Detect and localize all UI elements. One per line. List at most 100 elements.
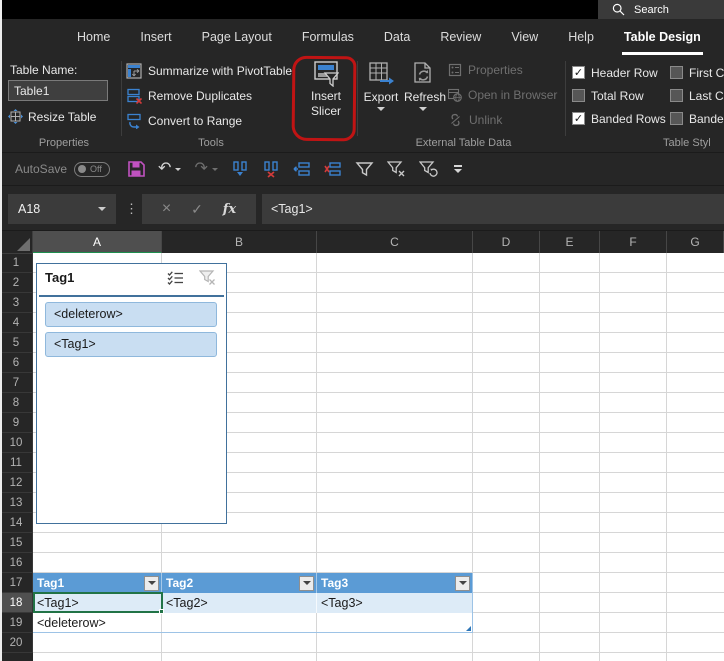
row-header-10[interactable]: 10 [0, 433, 33, 453]
undo-dropdown-icon [175, 167, 182, 171]
row-header-9[interactable]: 9 [0, 413, 33, 433]
cancel-icon[interactable]: × [162, 200, 171, 218]
tab-help[interactable]: Help [566, 19, 596, 55]
checkbox-header-row[interactable]: ✓ Header Row [572, 61, 670, 84]
tools-item-1[interactable]: Remove Duplicates [126, 88, 252, 104]
filter-dropdown-button[interactable] [144, 575, 159, 591]
checkbox-bande[interactable]: Bande [670, 107, 724, 130]
insert-row-button[interactable] [293, 160, 311, 178]
tools-item-2[interactable]: Convert to Range [126, 113, 242, 129]
table-cell[interactable]: <Tag2> [162, 593, 317, 613]
table-cell[interactable] [317, 613, 472, 633]
name-box[interactable]: A18 [8, 194, 116, 224]
slicer-item-1[interactable]: <Tag1> [45, 332, 217, 357]
filter-button[interactable] [355, 160, 374, 178]
resize-table-button[interactable]: Resize Table [8, 109, 96, 124]
filter-dropdown-button[interactable] [299, 575, 314, 591]
row-header-17[interactable]: 17 [0, 573, 33, 593]
search-box[interactable]: Search [598, 0, 724, 19]
table-name-input[interactable] [8, 80, 108, 101]
refresh-button[interactable]: Refresh [404, 58, 447, 111]
table-header-row: Tag1 Tag2 Tag3 [33, 573, 472, 593]
checkbox-first-c[interactable]: First C [670, 61, 724, 84]
insert-cells-button[interactable] [231, 160, 249, 178]
fill-handle[interactable] [159, 609, 164, 614]
column-header-B[interactable]: B [162, 231, 317, 254]
table-resize-handle[interactable] [466, 626, 471, 631]
row-header-16[interactable]: 16 [0, 553, 33, 573]
row-header-5[interactable]: 5 [0, 333, 33, 353]
checkbox-label: Header Row [591, 65, 658, 80]
clear-filter-icon[interactable] [199, 270, 216, 285]
external-group-label: External Table Data [415, 137, 512, 149]
annotation-red-box [291, 55, 357, 142]
tab-table-design[interactable]: Table Design [621, 19, 703, 55]
formula-input[interactable]: <Tag1> [262, 194, 724, 224]
row-header-4[interactable]: 4 [0, 313, 33, 333]
row-header-15[interactable]: 15 [0, 533, 33, 553]
slicer-tag1[interactable]: Tag1 <deleterow> <Tag1> [36, 263, 227, 524]
row-header-2[interactable]: 2 [0, 273, 33, 293]
export-button[interactable]: Export [362, 58, 400, 111]
select-all-corner[interactable] [0, 231, 33, 254]
redo-button[interactable]: ↷ [194, 161, 218, 177]
column-header-C[interactable]: C [317, 231, 473, 254]
sheet-table[interactable]: Tag1 Tag2 Tag3 <Tag1> <Tag2> <Tag3> <deleter… [33, 573, 473, 633]
formula-bar-row: A18 ⋮ × ✓ fx <Tag1> [0, 185, 724, 230]
tools-group-label: Tools [198, 137, 224, 149]
row-header-12[interactable]: 12 [0, 473, 33, 493]
tab-insert[interactable]: Insert [138, 19, 173, 55]
delete-row-button[interactable] [324, 160, 342, 178]
row-header-1[interactable]: 1 [0, 253, 33, 273]
slicer-item-0[interactable]: <deleterow> [45, 302, 217, 327]
table-header-label: Tag1 [37, 576, 65, 590]
column-header-E[interactable]: E [540, 231, 600, 254]
checkbox-last-c[interactable]: Last C [670, 84, 724, 107]
tab-home[interactable]: Home [75, 19, 112, 55]
cells-area[interactable]: Tag1 <deleterow> <Tag1> Tag1 Tag2 Tag3 <Tag… [33, 253, 724, 661]
column-header-D[interactable]: D [473, 231, 540, 254]
row-header-6[interactable]: 6 [0, 353, 33, 373]
row-header-14[interactable]: 14 [0, 513, 33, 533]
qat-overflow-button[interactable] [453, 165, 462, 173]
clear-filter-icon [386, 161, 405, 177]
tab-view[interactable]: View [509, 19, 540, 55]
table-cell[interactable]: <deleterow> [33, 613, 162, 633]
tab-data[interactable]: Data [382, 19, 412, 55]
row-header-19[interactable]: 19 [0, 613, 33, 633]
row-headers: 1 2 3 4 5 6 7 8 9 10 11 12 13 14 15 16 17 18 19 20 [0, 253, 33, 661]
tools-item-0[interactable]: Summarize with PivotTable [126, 63, 292, 79]
refresh-label: Refresh [404, 90, 447, 104]
formula-bar-more-icon[interactable]: ⋮ [125, 194, 138, 224]
row-header-7[interactable]: 7 [0, 373, 33, 393]
enter-icon[interactable]: ✓ [191, 201, 203, 218]
tab-page-layout[interactable]: Page Layout [200, 19, 274, 55]
row-header-18[interactable]: 18 [0, 593, 33, 613]
row-header-3[interactable]: 3 [0, 293, 33, 313]
row-header-11[interactable]: 11 [0, 453, 33, 473]
filter-dropdown-button[interactable] [455, 575, 470, 591]
reapply-filter-button[interactable] [418, 160, 438, 178]
row-header-8[interactable]: 8 [0, 393, 33, 413]
save-button[interactable] [127, 160, 145, 178]
multi-select-icon[interactable] [167, 270, 184, 285]
table-cell[interactable]: <Tag3> [317, 593, 472, 613]
row-header-20[interactable]: 20 [0, 633, 33, 653]
tab-formulas[interactable]: Formulas [300, 19, 356, 55]
table-style-group-label: Table Styl [663, 137, 711, 149]
clear-filter-button[interactable] [386, 160, 406, 178]
column-header-G[interactable]: G [667, 231, 724, 254]
spreadsheet-grid: ABCDEFG 1 2 3 4 5 6 7 8 9 10 11 12 13 14 15 16 17 18 19 20 … [0, 230, 724, 661]
checkbox-banded-rows[interactable]: ✓ Banded Rows [572, 107, 670, 130]
row-header-13[interactable]: 13 [0, 493, 33, 513]
undo-button[interactable]: ↶ [158, 161, 182, 177]
delete-cells-button[interactable] [262, 160, 280, 178]
autosave-toggle[interactable]: Off [74, 161, 111, 177]
window-edge [0, 0, 2, 661]
checkbox-total-row[interactable]: Total Row [572, 84, 670, 107]
insert-function-button[interactable]: fx [223, 202, 236, 217]
column-header-A[interactable]: A [33, 231, 162, 254]
table-cell[interactable] [162, 613, 317, 633]
column-header-F[interactable]: F [600, 231, 667, 254]
tab-review[interactable]: Review [438, 19, 483, 55]
